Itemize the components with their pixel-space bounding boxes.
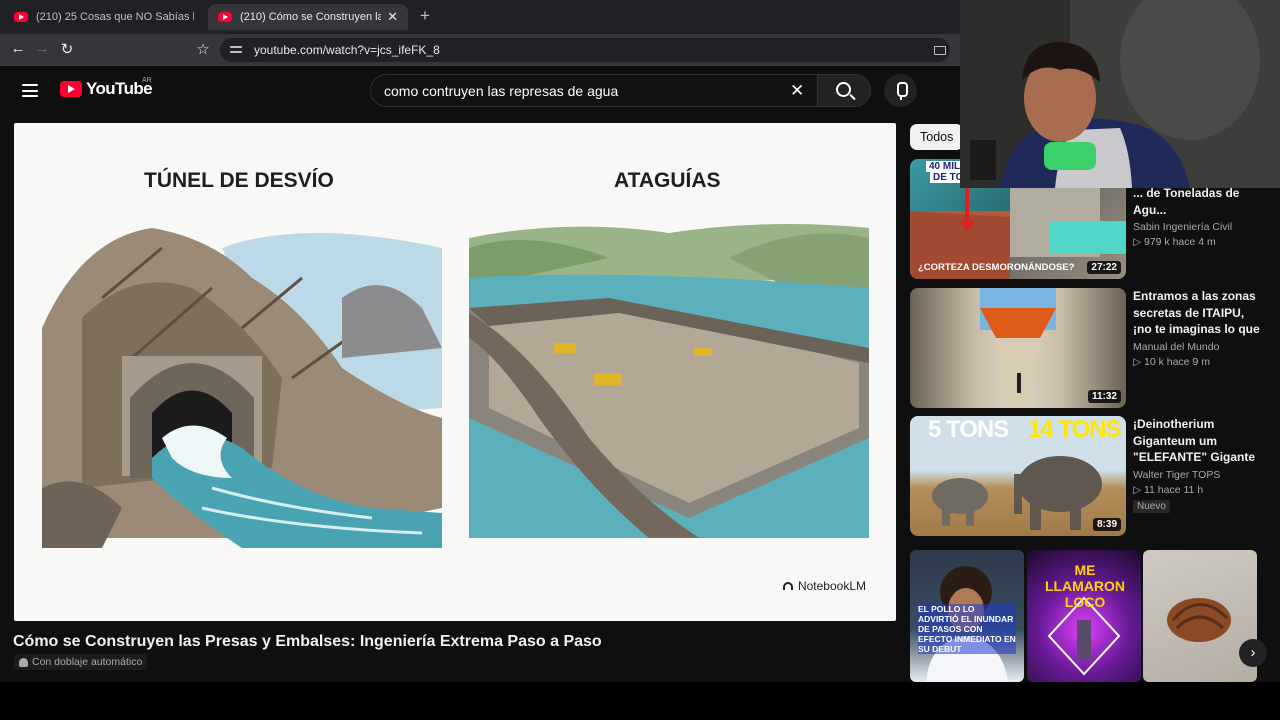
cast-icon[interactable] (934, 46, 946, 55)
hamburger-menu-icon[interactable] (22, 84, 38, 97)
watermark-text: NotebookLM (797, 579, 866, 593)
close-tab-icon[interactable]: ✕ (387, 9, 398, 25)
tab-title: (210) 25 Cosas que NO Sabías hace 5 (36, 11, 194, 23)
video-duration: 27:22 (1087, 261, 1121, 274)
video-thumbnail[interactable]: 11:32 (910, 288, 1126, 408)
youtube-favicon-icon (14, 12, 28, 22)
diversion-tunnel-illustration (42, 228, 442, 548)
video-stats: ▷ 11 hace 11 h (1133, 484, 1204, 496)
country-code: AR (142, 77, 152, 84)
video-title[interactable]: ¡Deinotherium Giganteum um "ELEFANTE" Gi… (1133, 416, 1263, 466)
forward-arrow-icon[interactable]: → (32, 40, 52, 57)
thumbnail-overlay-text: 40 MIL (926, 161, 964, 172)
channel-name[interactable]: Walter Tiger TOPS (1133, 469, 1263, 481)
voice-search-icon[interactable] (884, 74, 917, 107)
short-overlay-text: EL POLLO LO ADVIRTIÓ EL INUNDAR DE PASOS… (918, 604, 1016, 654)
short-thumbnail[interactable]: ME LLAMARON LOCO (1027, 550, 1141, 682)
new-badge: Nuevo (1133, 500, 1170, 513)
cofferdam-illustration (469, 224, 869, 538)
short-thumbnail[interactable]: EL POLLO LO ADVIRTIÓ EL INUNDAR DE PASOS… (910, 550, 1024, 682)
shorts-next-button[interactable]: › (1239, 639, 1267, 667)
search-query: como contruyen las represas de agua (384, 82, 619, 99)
new-tab-button[interactable]: + (420, 6, 430, 26)
dubbing-label: Con doblaje automático (32, 656, 143, 668)
webcam-overlay (960, 0, 1280, 188)
tab-title: (210) Cómo se Construyen las Pr (240, 11, 382, 23)
auto-dubbing-badge: Con doblaje automático (14, 654, 148, 670)
video-info: ¡Deinotherium Giganteum um "ELEFANTE" Gi… (1133, 416, 1263, 514)
thumbnail-overlay-text: 14 TONS (1028, 416, 1122, 443)
slide-heading-right: ATAGUÍAS (614, 169, 721, 192)
search-input[interactable]: como contruyen las represas de agua (370, 74, 818, 107)
thumbnail-overlay-text: ¿CORTEZA DESMORONÁNDOSE? (918, 262, 1075, 273)
recommended-video[interactable]: 5 TONS 14 TONS 8:39 ¡Deinotherium Gigant… (910, 416, 1270, 536)
notebooklm-icon (782, 582, 793, 590)
notebooklm-watermark: NotebookLM (782, 579, 866, 593)
tab-previous-video[interactable]: (210) 25 Cosas que NO Sabías hace 5 (4, 4, 204, 30)
video-stats: ▷ 979 k hace 4 m (1133, 236, 1216, 248)
slide-heading-left: TÚNEL DE DESVÍO (144, 169, 334, 192)
dubbing-icon (19, 657, 28, 667)
site-info-icon[interactable] (230, 45, 242, 55)
video-info: Entramos a las zonas secretas de ITAIPU,… (1133, 288, 1263, 368)
thumbnail-overlay-text: 5 TONS (928, 416, 1009, 443)
url-text: youtube.com/watch?v=jcs_ifeFK_8 (254, 43, 440, 57)
recommended-video[interactable]: 11:32 Entramos a las zonas secretas de I… (910, 288, 1270, 408)
url-field[interactable]: youtube.com/watch?v=jcs_ifeFK_8 (220, 38, 950, 62)
tab-strip: (210) 25 Cosas que NO Sabías hace 5 (210… (0, 0, 960, 34)
reload-icon[interactable]: ↻ (57, 40, 77, 58)
channel-name[interactable]: Manual del Mundo (1133, 341, 1263, 353)
back-arrow-icon[interactable]: ← (8, 40, 28, 57)
video-stats: ▷ 10 k hace 9 m (1133, 356, 1210, 368)
youtube-play-icon (60, 81, 82, 97)
screen-bottom-edge (0, 682, 1280, 720)
clear-search-icon[interactable]: ✕ (790, 81, 804, 101)
video-thumbnail[interactable]: 5 TONS 14 TONS 8:39 (910, 416, 1126, 536)
video-duration: 11:32 (1087, 390, 1121, 403)
video-title: Cómo se Construyen las Presas y Embalses… (13, 633, 602, 650)
video-title[interactable]: Entramos a las zonas secretas de ITAIPU,… (1133, 288, 1263, 338)
video-player[interactable]: TÚNEL DE DESVÍO ATAGUÍAS NotebookLM (14, 123, 896, 621)
tab-current-video[interactable]: (210) Cómo se Construyen las Pr ✕ (208, 4, 408, 30)
bookmark-icon[interactable]: ☆ (193, 40, 213, 58)
filter-chip-all[interactable]: Todos (910, 124, 964, 150)
youtube-logo[interactable]: YouTube AR (60, 77, 153, 99)
video-title[interactable]: ... de Toneladas de Agu... (1133, 185, 1263, 218)
video-info: ... de Toneladas de Agu... Sabin Ingenie… (1133, 185, 1263, 248)
youtube-favicon-icon (218, 12, 232, 22)
search-icon (836, 82, 851, 97)
search-button[interactable] (817, 74, 871, 107)
address-bar: ← → ↻ ☆ youtube.com/watch?v=jcs_ifeFK_8 (0, 34, 960, 66)
short-overlay-text: ME LLAMARON LOCO (1044, 562, 1126, 610)
short-thumbnail[interactable] (1143, 550, 1257, 682)
video-duration: 8:39 (1092, 518, 1121, 531)
channel-name[interactable]: Sabin Ingeniería Civil (1133, 221, 1263, 233)
